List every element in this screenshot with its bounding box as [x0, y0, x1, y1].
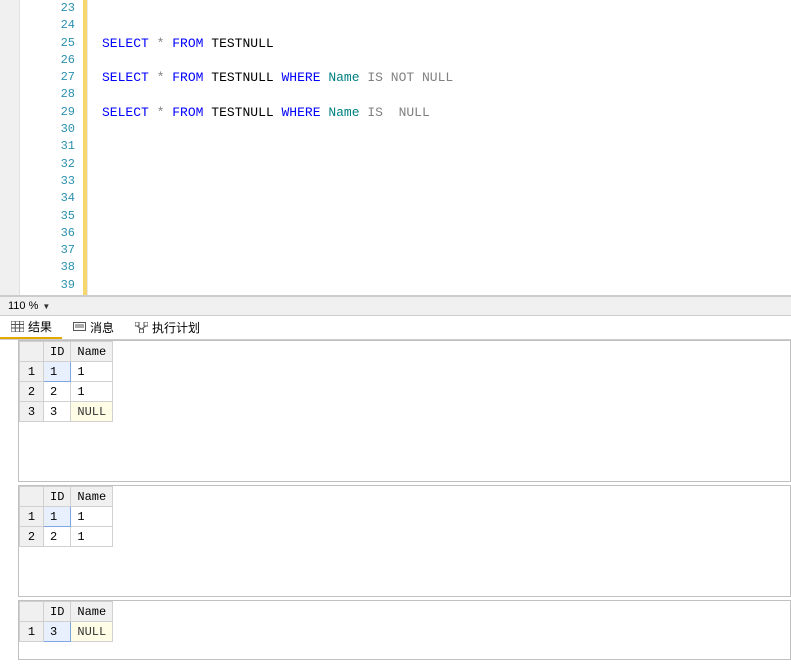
plan-icon — [134, 322, 148, 334]
code-line[interactable]: SELECT * FROM TESTNULL — [102, 35, 791, 52]
result-grid-pane[interactable]: IDName13NULL — [18, 600, 791, 660]
line-number: 33 — [20, 173, 83, 190]
code-text-area[interactable]: SELECT * FROM TESTNULL SELECT * FROM TEST… — [88, 0, 791, 295]
code-line[interactable] — [102, 156, 791, 173]
line-number: 34 — [20, 190, 83, 207]
table-row[interactable]: 221 — [20, 382, 113, 402]
line-number: 30 — [20, 121, 83, 138]
code-line[interactable] — [102, 52, 791, 69]
grid-corner — [20, 342, 44, 362]
column-header[interactable]: Name — [71, 342, 113, 362]
cell[interactable]: 1 — [71, 382, 113, 402]
tab-messages[interactable]: 消息 — [62, 316, 124, 339]
grid-corner — [20, 602, 44, 622]
line-number: 37 — [20, 242, 83, 259]
breakpoint-margin[interactable] — [0, 0, 20, 295]
code-line[interactable] — [102, 242, 791, 259]
results-container: IDName11122133NULLIDName111221IDName13NU… — [0, 340, 791, 668]
column-header[interactable]: ID — [44, 602, 71, 622]
code-line[interactable] — [102, 86, 791, 103]
tab-messages-label: 消息 — [90, 319, 114, 336]
row-header[interactable]: 2 — [20, 527, 44, 547]
table-row[interactable]: 13NULL — [20, 622, 113, 642]
code-line[interactable] — [102, 259, 791, 276]
table-row[interactable]: 33NULL — [20, 402, 113, 422]
zoom-bar: 110 % ▼ — [0, 296, 791, 316]
table-row[interactable]: 221 — [20, 527, 113, 547]
row-header[interactable]: 1 — [20, 362, 44, 382]
line-number: 26 — [20, 52, 83, 69]
message-icon — [72, 322, 86, 334]
tab-results-label: 结果 — [28, 318, 52, 335]
code-line[interactable] — [102, 277, 791, 294]
line-number: 36 — [20, 225, 83, 242]
cell[interactable]: 1 — [44, 507, 71, 527]
row-header[interactable]: 2 — [20, 382, 44, 402]
code-line[interactable]: SELECT * FROM TESTNULL WHERE Name IS NOT… — [102, 69, 791, 86]
code-line[interactable] — [102, 17, 791, 34]
cell[interactable]: 1 — [71, 362, 113, 382]
line-number: 24 — [20, 17, 83, 34]
cell[interactable]: 1 — [44, 362, 71, 382]
code-line[interactable] — [102, 173, 791, 190]
code-line[interactable] — [102, 0, 791, 17]
results-tab-bar: 结果 消息 执行计划 — [0, 316, 791, 340]
line-number: 27 — [20, 69, 83, 86]
tab-results[interactable]: 结果 — [0, 316, 62, 339]
line-number: 39 — [20, 277, 83, 294]
cell[interactable]: 1 — [71, 507, 113, 527]
column-header[interactable]: Name — [71, 487, 113, 507]
table-row[interactable]: 111 — [20, 507, 113, 527]
result-grid-pane[interactable]: IDName11122133NULL — [18, 340, 791, 482]
line-number: 29 — [20, 104, 83, 121]
code-line[interactable] — [102, 138, 791, 155]
cell[interactable]: 3 — [44, 402, 71, 422]
column-header[interactable]: Name — [71, 602, 113, 622]
line-number: 25 — [20, 35, 83, 52]
column-header[interactable]: ID — [44, 342, 71, 362]
line-number: 23 — [20, 0, 83, 17]
code-line[interactable]: SELECT * FROM TESTNULL WHERE Name IS NUL… — [102, 104, 791, 121]
tab-plan-label: 执行计划 — [152, 319, 200, 336]
cell[interactable]: 1 — [71, 527, 113, 547]
code-line[interactable] — [102, 190, 791, 207]
cell[interactable]: NULL — [71, 622, 113, 642]
result-grid-pane[interactable]: IDName111221 — [18, 485, 791, 597]
zoom-value: 110 % — [8, 300, 38, 312]
result-grid[interactable]: IDName111221 — [19, 486, 113, 547]
row-header[interactable]: 1 — [20, 507, 44, 527]
zoom-dropdown[interactable]: 110 % ▼ — [8, 300, 50, 312]
chevron-down-icon: ▼ — [42, 302, 50, 311]
cell[interactable]: NULL — [71, 402, 113, 422]
code-line[interactable] — [102, 208, 791, 225]
result-grid[interactable]: IDName13NULL — [19, 601, 113, 642]
row-header[interactable]: 1 — [20, 622, 44, 642]
line-number: 28 — [20, 86, 83, 103]
column-header[interactable]: ID — [44, 487, 71, 507]
tab-execution-plan[interactable]: 执行计划 — [124, 316, 210, 339]
line-number-gutter: 2324252627282930313233343536373839 — [20, 0, 88, 295]
code-line[interactable] — [102, 121, 791, 138]
result-grid[interactable]: IDName11122133NULL — [19, 341, 113, 422]
cell[interactable]: 2 — [44, 527, 71, 547]
line-number: 32 — [20, 156, 83, 173]
table-row[interactable]: 111 — [20, 362, 113, 382]
cell[interactable]: 3 — [44, 622, 71, 642]
line-number: 31 — [20, 138, 83, 155]
line-number: 35 — [20, 208, 83, 225]
grid-corner — [20, 487, 44, 507]
code-line[interactable] — [102, 225, 791, 242]
grid-icon — [10, 321, 24, 333]
line-number: 38 — [20, 259, 83, 276]
row-header[interactable]: 3 — [20, 402, 44, 422]
sql-editor[interactable]: 2324252627282930313233343536373839 SELEC… — [0, 0, 791, 296]
cell[interactable]: 2 — [44, 382, 71, 402]
